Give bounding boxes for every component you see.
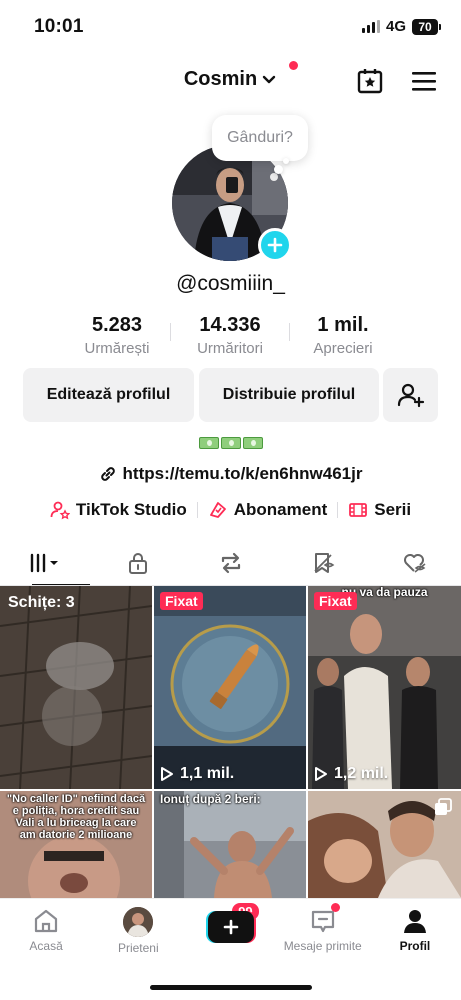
followers-label: Urmăritori [197, 340, 263, 357]
inbox-notification-dot [330, 903, 340, 912]
chevron-down-icon [262, 75, 276, 83]
notification-dot [289, 61, 298, 70]
nav-friends[interactable]: Prieteni 99 [92, 899, 261, 970]
bio-link-text: https://temu.to/k/en6hnw461jr [122, 464, 363, 483]
hamburger-icon [412, 72, 436, 91]
battery-icon: 70 [412, 18, 441, 35]
tab-favorites[interactable] [277, 540, 369, 586]
video-tile[interactable] [308, 791, 461, 898]
bio-link[interactable]: https://temu.to/k/en6hnw461jr [0, 464, 461, 484]
drafts-label: Schițe: 3 [8, 594, 75, 611]
video-tile[interactable]: "No caller ID" nefiind dacă e poliția, h… [0, 791, 152, 898]
multi-photo-icon [433, 797, 453, 822]
thought-bubble-tail-small [283, 158, 289, 164]
feature-divider [196, 502, 198, 518]
view-count-text: 1,1 mil. [180, 765, 235, 782]
network-type: 4G [385, 18, 406, 35]
battery-level: 70 [412, 18, 438, 35]
tiktok-studio-link[interactable]: TikTok Studio [50, 500, 187, 520]
feature-divider [337, 502, 339, 518]
lock-icon [129, 553, 148, 574]
videos-grid-icon [30, 553, 59, 573]
add-story-button[interactable] [258, 228, 292, 262]
calendar-star-icon [357, 69, 383, 94]
plus-icon [267, 237, 283, 253]
bottom-nav: Acasă Prieteni 99 Mesaje primite Profil [0, 898, 461, 970]
bio-emojis [0, 437, 461, 449]
edit-profile-button[interactable]: Editează profilul [23, 368, 194, 422]
subscription-link[interactable]: Abonament [208, 500, 328, 520]
thought-bubble[interactable]: Gânduri? [212, 115, 308, 161]
series-link[interactable]: Serii [348, 500, 411, 520]
signal-icon [361, 20, 380, 33]
home-indicator [150, 985, 312, 990]
following-stat[interactable]: 5.283 Urmărești [57, 314, 177, 357]
subscription-icon [209, 502, 226, 518]
nav-create[interactable] [184, 899, 276, 970]
create-button[interactable] [205, 911, 256, 943]
nav-inbox[interactable]: Mesaje primite [277, 899, 369, 970]
repost-icon [221, 552, 240, 574]
video-tile[interactable]: Fixat 1,1 mil. [154, 586, 306, 789]
status-time: 10:01 [34, 16, 84, 37]
status-indicators: 4G 70 [361, 18, 441, 35]
nav-home-label: Acasă [29, 939, 63, 953]
add-person-icon [397, 383, 424, 408]
following-count: 5.283 [91, 314, 143, 336]
profile-tabs [0, 540, 461, 586]
home-icon [34, 909, 58, 933]
video-caption: "No caller ID" nefiind dacă e poliția, h… [6, 793, 146, 841]
followers-stat[interactable]: 14.336 Urmăritori [170, 314, 290, 357]
money-icon [242, 437, 263, 449]
link-icon [100, 467, 115, 481]
share-profile-button[interactable]: Distribuie profilul [199, 368, 379, 422]
header-username: Cosmin [183, 68, 258, 90]
view-count-text: 1,2 mil. [334, 765, 389, 782]
nav-profile-label: Profil [399, 939, 431, 953]
money-icon [198, 437, 219, 449]
creator-calendar-button[interactable] [355, 66, 385, 96]
nav-home[interactable]: Acasă [0, 899, 92, 970]
tab-reposts[interactable] [184, 540, 276, 586]
pinned-badge: Fixat [314, 592, 357, 610]
profile-icon [403, 910, 426, 933]
followers-count: 14.336 [199, 314, 261, 336]
money-icon [220, 437, 241, 449]
likes-stat[interactable]: 1 mil. Aprecieri [283, 314, 403, 357]
plus-icon [223, 919, 238, 935]
nav-inbox-label: Mesaje primite [283, 939, 362, 953]
thought-bubble-tail [274, 165, 283, 174]
drafts-tile[interactable]: Schițe: 3 [0, 586, 152, 789]
feature-row: TikTok Studio Abonament Serii [0, 500, 461, 520]
series-icon [349, 503, 368, 517]
following-label: Urmărești [84, 340, 150, 357]
liked-icon [403, 554, 426, 573]
video-tile[interactable]: nu va da pauza Fixat 1,2 mil. [308, 586, 461, 789]
pinned-badge: Fixat [160, 592, 203, 610]
view-count: 1,1 mil. [160, 765, 234, 783]
person-star-icon [50, 501, 70, 520]
favorites-icon [314, 553, 335, 573]
play-icon [161, 767, 173, 781]
tab-liked[interactable] [369, 540, 461, 586]
friends-avatar [123, 907, 154, 937]
menu-button[interactable] [409, 66, 439, 96]
tab-private[interactable] [92, 540, 184, 586]
nav-profile[interactable]: Profil [369, 899, 461, 970]
account-switcher[interactable]: Cosmin [0, 68, 461, 91]
view-count: 1,2 mil. [314, 765, 388, 783]
play-icon [315, 767, 327, 781]
subscription-label: Abonament [233, 500, 328, 519]
video-tile[interactable]: Ionuț după 2 beri: [154, 791, 306, 898]
tiktok-studio-label: TikTok Studio [75, 500, 187, 519]
tab-videos[interactable] [0, 540, 92, 586]
video-caption: Ionuț după 2 beri: [160, 792, 261, 806]
likes-label: Aprecieri [313, 340, 373, 357]
thought-bubble-text: Gânduri? [227, 129, 293, 146]
likes-count: 1 mil. [317, 314, 369, 336]
series-label: Serii [374, 500, 412, 519]
profile-handle: @cosmiiin_ [176, 272, 285, 295]
nav-friends-label: Prieteni [117, 941, 159, 955]
add-friend-button[interactable] [383, 368, 438, 422]
